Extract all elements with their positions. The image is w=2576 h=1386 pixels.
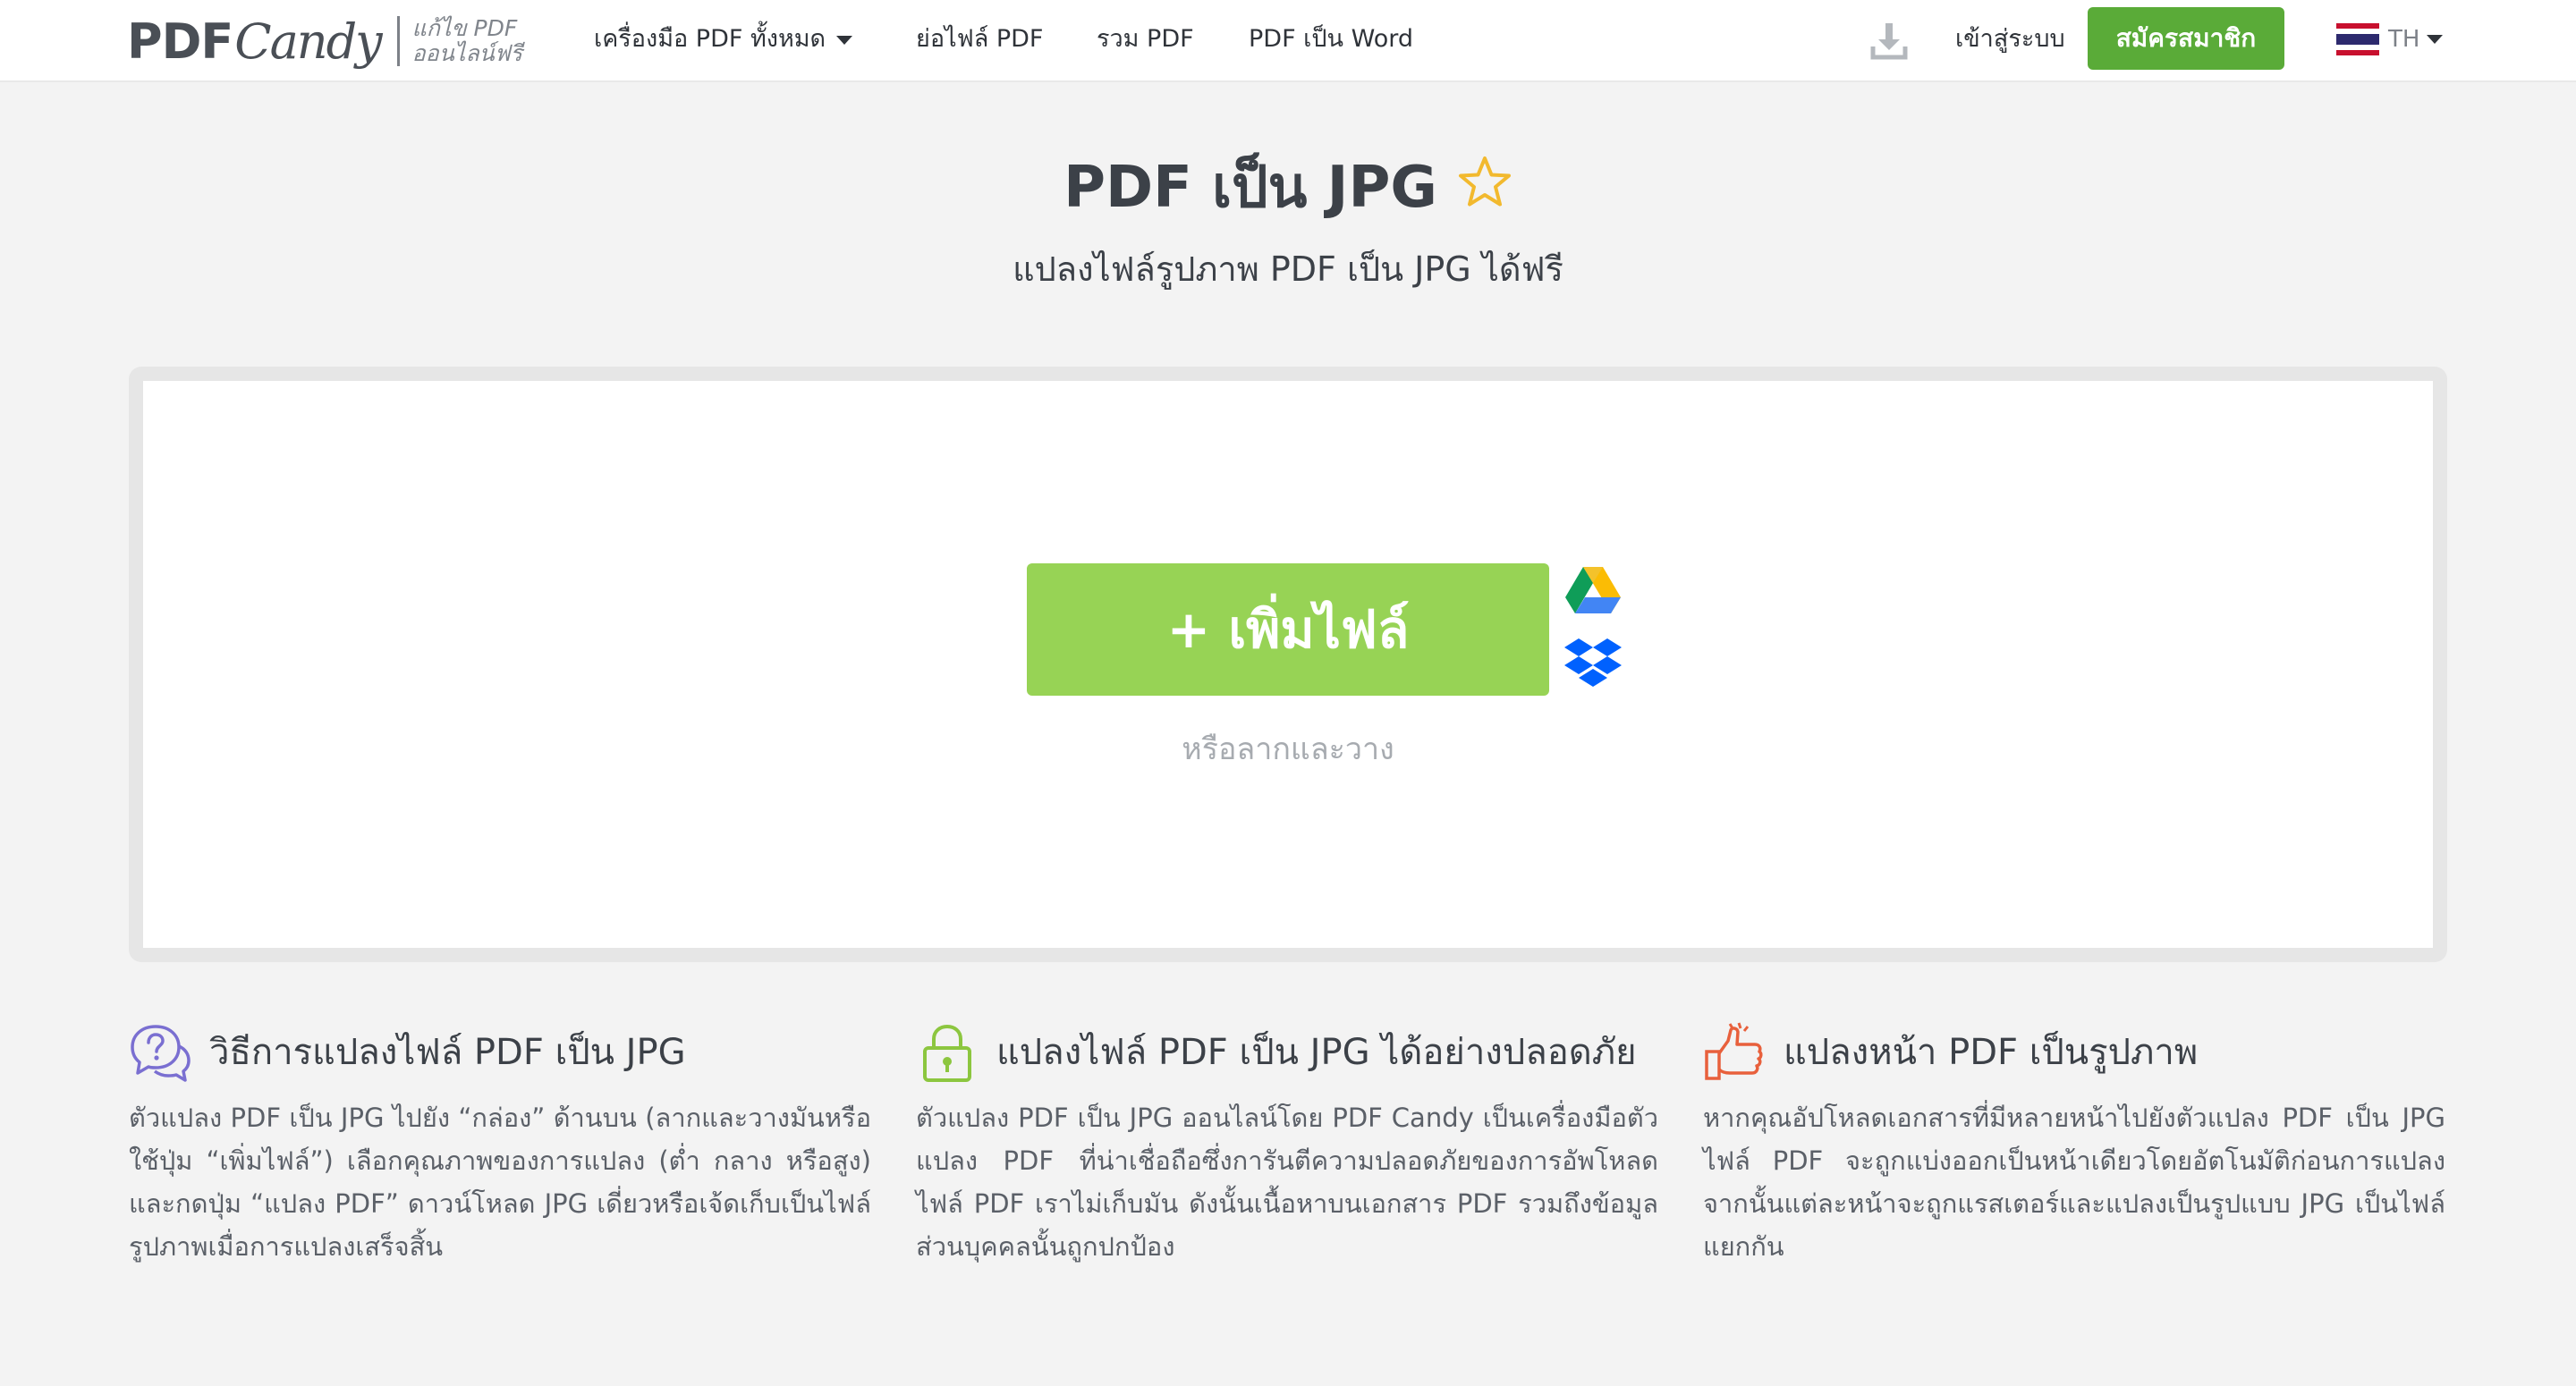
chevron-down-icon bbox=[2427, 35, 2444, 44]
drag-drop-hint: หรือลากและวาง bbox=[1182, 731, 1394, 767]
info-pages-to-images-header: แปลงหน้า PDF เป็นรูปภาพ bbox=[1703, 1021, 2445, 1084]
top-header: PDF Candy แก้ไข PDF ออนไลน์ฟรี เครื่องมื… bbox=[0, 0, 2576, 82]
login-link[interactable]: เข้าสู่ระบบ bbox=[1955, 21, 2065, 57]
language-selector[interactable]: TH bbox=[2336, 21, 2444, 57]
nav-all-tools[interactable]: เครื่องมือ PDF ทั้งหมด bbox=[594, 21, 853, 57]
logo-pdf-text: PDF bbox=[127, 13, 233, 70]
nav-all-tools-label: เครื่องมือ PDF ทั้งหมด bbox=[594, 25, 826, 53]
chevron-down-icon bbox=[836, 35, 853, 45]
google-drive-icon[interactable] bbox=[1565, 565, 1621, 613]
info-pages-to-images: แปลงหน้า PDF เป็นรูปภาพ หากคุณอัปโหลดเอก… bbox=[1703, 1021, 2445, 1268]
logo-tagline-line1: แก้ไข PDF bbox=[411, 15, 518, 41]
star-icon[interactable] bbox=[1457, 155, 1513, 210]
info-security: แปลงไฟล์ PDF เป็น JPG ได้อย่างปลอดภัย ตั… bbox=[916, 1021, 1658, 1268]
nav-merge-pdf[interactable]: รวม PDF bbox=[1097, 21, 1194, 57]
info-how-to: วิธีการแปลงไฟล์ PDF เป็น JPG ตัวแปลง PDF… bbox=[129, 1021, 871, 1268]
info-pages-to-images-title: แปลงหน้า PDF เป็นรูปภาพ bbox=[1784, 1032, 2199, 1073]
info-security-text: ตัวแปลง PDF เป็น JPG ออนไลน์โดย PDF Cand… bbox=[916, 1103, 1658, 1262]
page-title: PDF เป็น JPG bbox=[1063, 155, 1437, 221]
dropbox-icon[interactable] bbox=[1563, 637, 1623, 692]
thailand-flag-icon bbox=[2336, 23, 2379, 55]
add-file-button[interactable]: + เพิ่มไฟล์ bbox=[1027, 563, 1549, 696]
download-icon[interactable] bbox=[1868, 20, 1911, 63]
language-code: TH bbox=[2388, 26, 2420, 53]
info-security-title: แปลงไฟล์ PDF เป็น JPG ได้อย่างปลอดภัย bbox=[996, 1032, 1637, 1073]
info-security-header: แปลงไฟล์ PDF เป็น JPG ได้อย่างปลอดภัย bbox=[916, 1021, 1658, 1084]
logo-tagline-line2: ออนไลน์ฟรี bbox=[411, 40, 522, 66]
logo-separator bbox=[396, 16, 400, 66]
nav-compress-pdf[interactable]: ย่อไฟล์ PDF bbox=[916, 21, 1043, 57]
nav-pdf-to-word[interactable]: PDF เป็น Word bbox=[1249, 21, 1413, 57]
pdfcandy-logo[interactable]: PDF Candy แก้ไข PDF ออนไลน์ฟรี bbox=[127, 9, 522, 73]
logo-candy-text: Candy bbox=[234, 13, 382, 70]
info-how-to-text: ตัวแปลง PDF เป็น JPG ไปยัง “กล่อง” ด้านบ… bbox=[129, 1103, 871, 1262]
page-title-row: PDF เป็น JPG bbox=[0, 147, 2576, 227]
question-chat-icon bbox=[131, 1025, 191, 1082]
info-pages-to-images-text: หากคุณอัปโหลดเอกสารที่มีหลายหน้าไปยังตัว… bbox=[1703, 1103, 2445, 1262]
logo-tagline: แก้ไข PDF ออนไลน์ฟรี bbox=[412, 16, 522, 66]
info-how-to-title: วิธีการแปลงไฟล์ PDF เป็น JPG bbox=[209, 1032, 686, 1073]
thumbs-up-icon bbox=[1705, 1022, 1763, 1080]
signup-button[interactable]: สมัครสมาชิก bbox=[2088, 7, 2284, 70]
lock-icon bbox=[923, 1024, 971, 1082]
info-how-to-header: วิธีการแปลงไฟล์ PDF เป็น JPG bbox=[129, 1021, 871, 1084]
page-subtitle: แปลงไฟล์รูปภาพ PDF เป็น JPG ได้ฟรี bbox=[1013, 249, 1563, 289]
